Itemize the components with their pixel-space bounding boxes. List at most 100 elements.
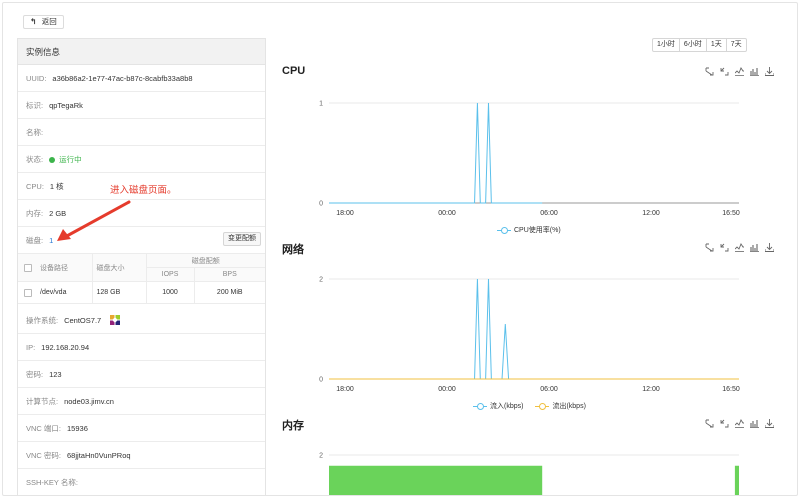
legend-marker-icon bbox=[535, 403, 550, 410]
y-tick-label: 1 bbox=[319, 101, 323, 108]
name-label: 名称: bbox=[26, 127, 44, 137]
uuid-label: UUID: bbox=[26, 73, 47, 83]
disk-table-header-iops: IOPS bbox=[145, 267, 195, 282]
disk-path-cell: /dev/vda bbox=[36, 281, 92, 304]
uuid-value: a36b86a2-1e77-47ac-b87c-8cabfb33a8b8 bbox=[52, 73, 193, 83]
vnc-port-value: 15936 bbox=[67, 423, 88, 433]
legend-item[interactable]: CPU使用率(%) bbox=[497, 225, 561, 235]
zoom-icon[interactable] bbox=[705, 243, 714, 252]
bar-chart-icon[interactable] bbox=[750, 419, 759, 428]
vnc-password-row: VNC 密码: 68jjtaHn0VunPRoq bbox=[18, 442, 265, 469]
y-tick-label: 2 bbox=[319, 277, 323, 284]
disk-row-checkbox[interactable] bbox=[24, 288, 32, 297]
table-row: /dev/vda 128 GB 1000 200 MiB bbox=[18, 281, 265, 304]
x-tick-label: 16:50 bbox=[722, 386, 740, 393]
network-chart-title: 网络 bbox=[282, 244, 304, 256]
range-7d-button[interactable]: 7天 bbox=[725, 38, 747, 52]
bar-chart-icon[interactable] bbox=[750, 67, 759, 76]
x-tick-label: 16:50 bbox=[722, 210, 740, 217]
password-value: 123 bbox=[49, 369, 62, 379]
download-icon[interactable] bbox=[765, 419, 774, 428]
status-dot-icon bbox=[49, 156, 56, 163]
x-tick-label: 12:00 bbox=[642, 210, 660, 217]
ip-label: IP: bbox=[26, 342, 36, 352]
range-6h-button[interactable]: 6小时 bbox=[678, 38, 707, 52]
disk-bps-cell: 200 MiB bbox=[193, 281, 265, 304]
vnc-password-value: 68jjtaHn0VunPRoq bbox=[67, 450, 131, 460]
vnc-port-label: VNC 端口: bbox=[26, 423, 62, 433]
memory-area-series bbox=[329, 465, 739, 495]
select-all-checkbox[interactable] bbox=[24, 263, 32, 272]
range-1d-button[interactable]: 1天 bbox=[705, 38, 727, 52]
x-tick-label: 00:00 bbox=[438, 210, 456, 217]
series-line-0 bbox=[329, 102, 543, 204]
disk-row-checkbox-cell bbox=[18, 281, 36, 304]
series-line-0 bbox=[329, 278, 543, 380]
legend-label: 流入(kbps) bbox=[490, 403, 524, 410]
x-tick-label: 12:00 bbox=[642, 386, 660, 393]
zoom-icon[interactable] bbox=[705, 67, 714, 76]
line-chart-icon[interactable] bbox=[735, 243, 744, 252]
name-row: 名称: bbox=[18, 119, 265, 146]
time-range-selector: 1小时 6小时 1天 7天 bbox=[652, 38, 747, 52]
back-arrow-icon: ↰ bbox=[30, 17, 37, 26]
compute-node-label: 计算节点: bbox=[26, 396, 59, 406]
instance-info-panel: 实例信息 UUID: a36b86a2-1e77-47ac-b87c-8cabf… bbox=[17, 38, 266, 495]
centos-logo-icon bbox=[110, 315, 121, 325]
line-chart-icon[interactable] bbox=[735, 67, 744, 76]
password-row: 密码: 123 bbox=[18, 361, 265, 388]
cpu-chart-title: CPU bbox=[282, 65, 306, 77]
zoom-reset-icon[interactable] bbox=[720, 419, 729, 428]
ip-row: IP: 192.168.20.94 bbox=[18, 334, 265, 361]
ip-value: 192.168.20.94 bbox=[41, 342, 90, 352]
x-tick-label: 06:00 bbox=[540, 386, 558, 393]
bar-chart-icon[interactable] bbox=[750, 243, 759, 252]
range-1h-button[interactable]: 1小时 bbox=[652, 38, 680, 52]
legend-label: CPU使用率(%) bbox=[514, 227, 561, 234]
legend-item[interactable]: 流出(kbps) bbox=[535, 401, 586, 411]
tag-row: 标识: qpTegaRk bbox=[18, 92, 265, 119]
disk-table: 设备路径 磁盘大小 磁盘配额 IOPS BPS /dev/vda 128 GB … bbox=[18, 253, 265, 304]
page-frame: ↰ 返回 实例信息 UUID: a36b86a2-1e77-47ac-b87c-… bbox=[2, 2, 798, 496]
download-icon[interactable] bbox=[765, 243, 774, 252]
memory-chart-title: 内存 bbox=[282, 420, 304, 432]
memory-chart-toolbox bbox=[705, 419, 774, 428]
download-icon[interactable] bbox=[765, 67, 774, 76]
zoom-reset-icon[interactable] bbox=[720, 67, 729, 76]
network-chart: 0 2 18:00 00:00 06:00 12:00 16:50 bbox=[319, 277, 740, 394]
instance-info-title: 实例信息 bbox=[18, 39, 265, 65]
annotation-arrow-icon bbox=[57, 200, 131, 241]
y-tick-label: 2 bbox=[319, 453, 323, 460]
legend-item[interactable]: 流入(kbps) bbox=[473, 401, 523, 411]
legend-label: 流出(kbps) bbox=[552, 403, 586, 410]
memory-label: 内存: bbox=[26, 208, 44, 218]
y-tick-label: 0 bbox=[319, 377, 323, 384]
disk-label: 磁盘: bbox=[26, 235, 44, 245]
line-chart-icon[interactable] bbox=[735, 419, 744, 428]
zoom-reset-icon[interactable] bbox=[720, 243, 729, 252]
cpu-chart-toolbox bbox=[705, 67, 774, 76]
network-chart-toolbox bbox=[705, 243, 774, 252]
cpu-chart: 0 1 18:00 00:00 06:00 12:00 16:50 bbox=[319, 101, 740, 218]
zoom-icon[interactable] bbox=[705, 419, 714, 428]
cpu-chart-legend: CPU使用率(%) bbox=[497, 225, 569, 235]
back-button-label: 返回 bbox=[41, 17, 57, 26]
disk-table-header-quota: 磁盘配额 bbox=[145, 253, 265, 268]
y-tick-label: 0 bbox=[319, 201, 323, 208]
disk-table-header-size: 磁盘大小 bbox=[91, 253, 146, 282]
ssh-key-row: SSH-KEY 名称: bbox=[18, 469, 265, 495]
back-button[interactable]: ↰ 返回 bbox=[23, 15, 64, 29]
change-quota-button[interactable]: 变更配额 bbox=[223, 232, 261, 246]
disk-table-header-bps: BPS bbox=[193, 267, 265, 282]
os-label: 操作系统: bbox=[26, 315, 59, 325]
memory-chart: 2 bbox=[319, 453, 739, 495]
legend-marker-icon bbox=[497, 227, 511, 234]
compute-node-row: 计算节点: node03.jimv.cn bbox=[18, 388, 265, 415]
disk-iops-cell: 1000 bbox=[145, 281, 195, 304]
ssh-key-label: SSH-KEY 名称: bbox=[26, 477, 78, 487]
cpu-value: 1 核 bbox=[49, 181, 64, 191]
os-value: CentOS7.7 bbox=[64, 315, 102, 325]
status-row: 状态: 运行中 bbox=[18, 146, 265, 173]
os-row: 操作系统: CentOS7.7 bbox=[18, 307, 265, 334]
vnc-password-label: VNC 密码: bbox=[26, 450, 62, 460]
